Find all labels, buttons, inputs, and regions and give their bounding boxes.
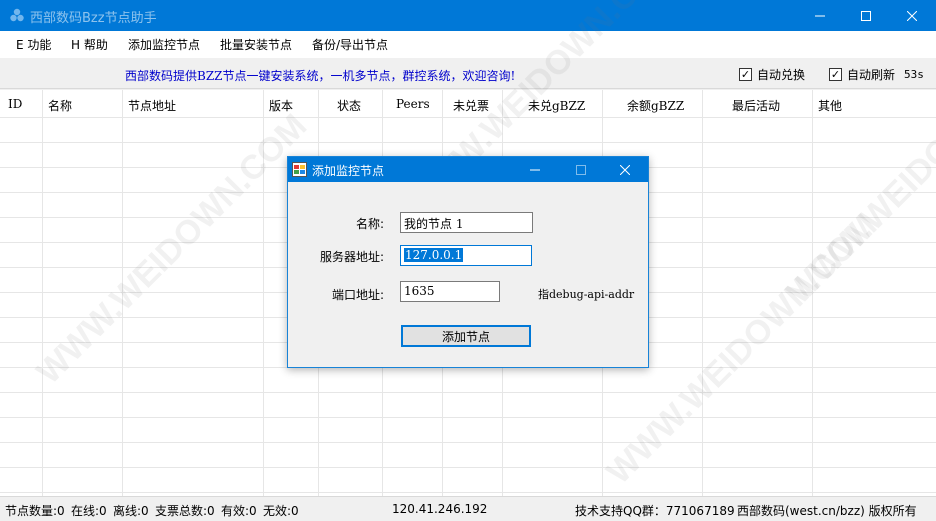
refresh-countdown: 53s [904, 68, 924, 81]
auto-refresh-checkbox[interactable]: ✓ 自动刷新 53s [829, 66, 924, 83]
minimize-button[interactable] [797, 0, 843, 31]
window-title: 西部数码Bzz节点助手 [30, 11, 157, 26]
status-brand: 西部数码(west.cn/bzz) 版权所有 [737, 504, 917, 518]
status-tickets: 支票总数:0 [155, 504, 215, 518]
form-app-icon [292, 162, 307, 177]
auto-exchange-label: 自动兑换 [757, 68, 806, 82]
name-input-value: 我的节点 1 [404, 217, 464, 231]
menu-bar: E 功能 H 帮助 添加监控节点 批量安装节点 备份/导出节点 [0, 31, 936, 58]
auto-refresh-label: 自动刷新 [847, 68, 896, 82]
column-header-uncashed-gbzz[interactable]: 未兑gBZZ [528, 97, 585, 114]
maximize-icon [861, 10, 871, 21]
maximize-button[interactable] [843, 0, 889, 31]
column-header-peers[interactable]: Peers [396, 97, 430, 111]
status-bar: 节点数量:0 在线:0 离线:0 支票总数:0 有效:0 无效:0 120.41… [0, 496, 936, 521]
column-header-status[interactable]: 状态 [337, 97, 361, 114]
status-valid: 有效:0 [221, 504, 257, 518]
column-header-address[interactable]: 节点地址 [128, 97, 176, 114]
title-bar: 西部数码Bzz节点助手 [0, 0, 936, 31]
menu-backup-export[interactable]: 备份/导出节点 [312, 36, 388, 53]
menu-batch-install[interactable]: 批量安装节点 [220, 36, 292, 53]
port-input-value: 1635 [404, 284, 435, 298]
column-header-last-active[interactable]: 最后活动 [732, 97, 780, 114]
port-input[interactable]: 1635 [400, 281, 500, 302]
column-header-version[interactable]: 版本 [269, 97, 293, 114]
column-header-balance-gbzz[interactable]: 余额gBZZ [627, 97, 684, 114]
info-bar: 西部数码提供BZZ节点一键安装系统，一机多节点，群控系统，欢迎咨询! ✓ 自动兑… [0, 58, 936, 89]
minimize-icon [530, 169, 540, 170]
close-icon [907, 10, 917, 21]
menu-add-monitor-node[interactable]: 添加监控节点 [128, 36, 200, 53]
menu-help[interactable]: H 帮助 [71, 36, 108, 53]
column-header-other[interactable]: 其他 [818, 97, 842, 114]
name-label: 名称: [355, 217, 384, 231]
server-address-input[interactable]: 127.0.0.1 [400, 245, 532, 266]
checkbox-check-icon: ✓ [739, 68, 752, 81]
column-header-uncashed-tickets[interactable]: 未兑票 [453, 97, 489, 114]
status-support: 技术支持QQ群：771067189 [575, 504, 735, 518]
maximize-icon [576, 164, 586, 175]
minimize-icon [815, 15, 825, 16]
status-online: 在线:0 [71, 504, 107, 518]
status-ip: 120.41.246.192 [392, 502, 488, 516]
server-address-label: 服务器地址: [319, 250, 384, 264]
add-node-dialog: 添加监控节点 名称: 我的节点 1 服务器地址: 127.0.0.1 端口地址:… [287, 156, 649, 368]
column-header-id[interactable]: ID [8, 97, 22, 111]
dialog-close-button[interactable] [602, 157, 648, 182]
server-address-value: 127.0.0.1 [404, 248, 464, 262]
close-button[interactable] [889, 0, 935, 31]
name-input[interactable]: 我的节点 1 [400, 212, 533, 233]
auto-exchange-checkbox[interactable]: ✓ 自动兑换 [739, 66, 805, 83]
status-node-count: 节点数量:0 [5, 504, 65, 518]
menu-function[interactable]: E 功能 [16, 36, 51, 53]
port-label: 端口地址: [331, 288, 384, 302]
status-offline: 离线:0 [113, 504, 149, 518]
add-node-button[interactable]: 添加节点 [401, 325, 531, 347]
status-invalid: 无效:0 [263, 504, 299, 518]
promo-text: 西部数码提供BZZ节点一键安装系统，一机多节点，群控系统，欢迎咨询! [125, 69, 516, 83]
add-node-button-label: 添加节点 [441, 329, 490, 344]
app-logo-icon [10, 8, 24, 22]
dialog-title: 添加监控节点 [312, 164, 385, 178]
close-icon [620, 164, 630, 175]
dialog-maximize-button [558, 157, 604, 182]
column-header-name[interactable]: 名称 [48, 97, 72, 114]
port-hint: 指debug-api-addr [538, 288, 635, 301]
checkbox-check-icon: ✓ [829, 68, 842, 81]
dialog-minimize-button[interactable] [512, 157, 558, 182]
dialog-title-bar: 添加监控节点 [288, 157, 648, 182]
